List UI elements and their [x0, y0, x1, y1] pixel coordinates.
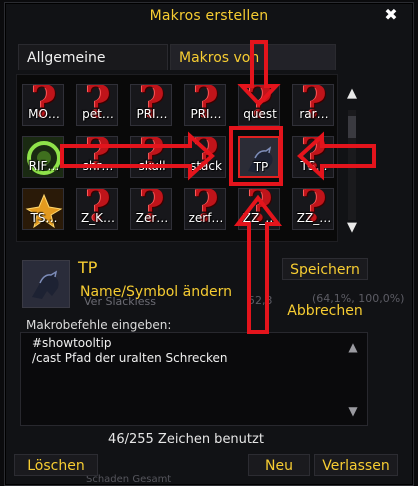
arrow-right-annotation — [60, 131, 215, 181]
annotation-overlay — [60, 40, 376, 334]
selection-highlight-box — [229, 126, 283, 186]
arrow-up-annotation — [233, 194, 283, 334]
arrow-left-annotation — [297, 131, 376, 181]
arrow-down-annotation — [237, 40, 281, 107]
